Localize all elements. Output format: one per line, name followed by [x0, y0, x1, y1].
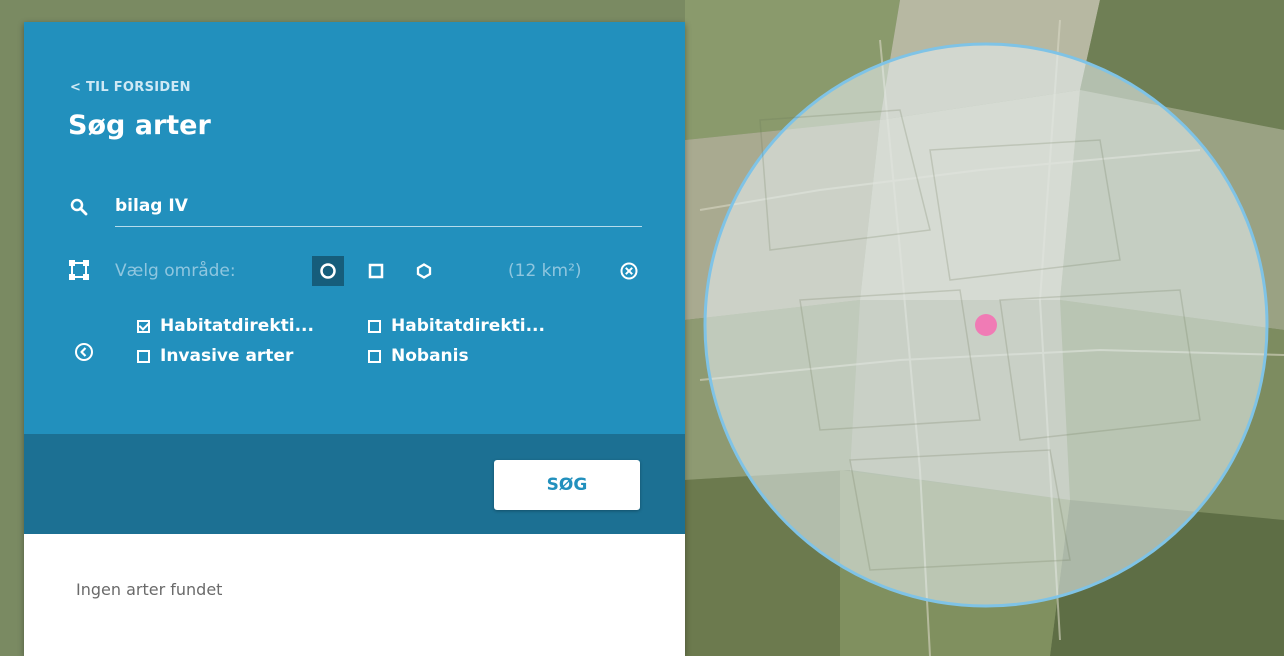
hexagon-shape-button[interactable] — [408, 256, 440, 286]
chevron-left-circle-icon[interactable] — [74, 342, 94, 362]
clear-area-icon[interactable] — [619, 261, 639, 281]
checkbox-unchecked[interactable] — [368, 349, 381, 363]
filter-habitatdirektiv-2[interactable]: Habitatdirekti... — [368, 316, 545, 336]
search-icon — [70, 198, 88, 216]
search-panel: < TIL FORSIDEN Søg arter Vælg område: — [24, 22, 685, 656]
results-area: Ingen arter fundet — [24, 534, 685, 656]
circle-shape-button[interactable] — [312, 256, 344, 286]
hexagon-icon — [416, 263, 432, 279]
search-row — [68, 189, 642, 229]
area-select-icon — [69, 260, 89, 280]
checkbox-unchecked[interactable] — [137, 349, 150, 363]
search-action-bar: SØG — [24, 434, 685, 534]
no-results-text: Ingen arter fundet — [76, 580, 223, 599]
circle-icon — [320, 263, 336, 279]
search-input[interactable] — [115, 189, 642, 227]
filter-label: Invasive arter — [160, 346, 294, 366]
page-title: Søg arter — [68, 110, 211, 141]
search-button[interactable]: SØG — [494, 460, 640, 510]
filter-nobanis[interactable]: Nobanis — [368, 346, 469, 366]
filter-invasive-arter[interactable]: Invasive arter — [137, 346, 293, 366]
area-selection-row: Vælg område: (12 km²) — [68, 255, 642, 287]
filter-habitatdirektiv-1[interactable]: Habitatdirekti... — [137, 316, 314, 336]
filter-label: Habitatdirekti... — [391, 316, 545, 336]
checkbox-unchecked[interactable] — [368, 319, 381, 333]
area-label: Vælg område: — [115, 261, 236, 281]
square-shape-button[interactable] — [360, 256, 392, 286]
filter-label: Nobanis — [391, 346, 469, 366]
search-panel-header: < TIL FORSIDEN Søg arter Vælg område: — [24, 22, 685, 434]
filter-label: Habitatdirekti... — [160, 316, 314, 336]
checkbox-checked[interactable] — [137, 319, 150, 333]
location-marker[interactable] — [975, 314, 997, 336]
back-to-frontpage-link[interactable]: < TIL FORSIDEN — [70, 80, 191, 95]
square-icon — [368, 263, 384, 279]
area-size-label: (12 km²) — [508, 261, 582, 281]
